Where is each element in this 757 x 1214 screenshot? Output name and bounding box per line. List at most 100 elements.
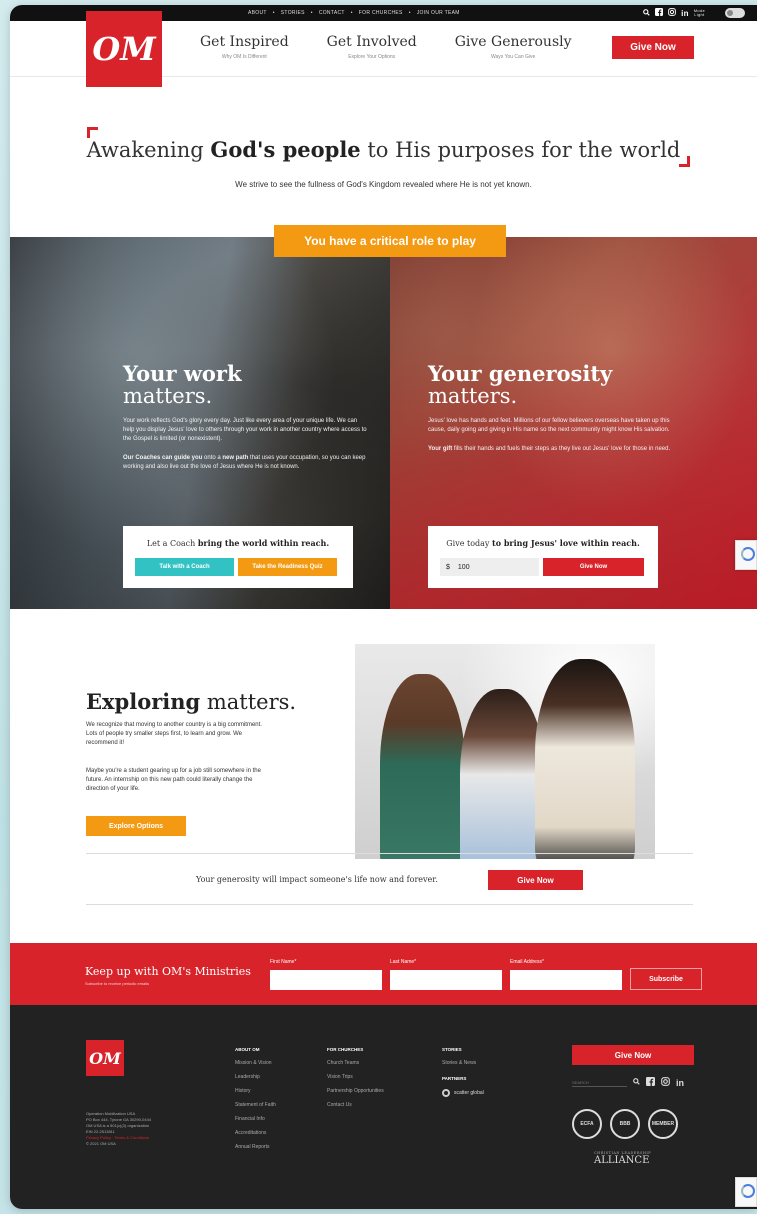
card-title-bold: bring the world within reach. bbox=[197, 538, 330, 548]
explore-options-button[interactable]: Explore Options bbox=[86, 816, 186, 836]
footer-link[interactable]: Annual Reports bbox=[235, 1144, 276, 1150]
instagram-icon[interactable] bbox=[668, 8, 676, 18]
donation-amount: 100 bbox=[457, 563, 470, 571]
utility-link-about[interactable]: ABOUT bbox=[248, 10, 267, 16]
footer-col-heading: STORIES bbox=[442, 1047, 462, 1052]
give-now-strip-button[interactable]: Give Now bbox=[488, 870, 583, 890]
coach-card-buttons: Talk with a Coach Take the Readiness Qui… bbox=[135, 558, 341, 576]
email-label: Email Address* bbox=[510, 959, 544, 965]
nav-subtitle: Ways You Can Give bbox=[490, 54, 536, 60]
instagram-icon[interactable] bbox=[661, 1077, 670, 1088]
footer-col-heading: FOR CHURCHES bbox=[327, 1047, 364, 1052]
first-name-label: First Name* bbox=[270, 959, 297, 965]
hero-title-part: Awakening bbox=[86, 138, 211, 162]
last-name-label: Last Name* bbox=[390, 959, 417, 965]
email-group: Email Address* bbox=[510, 959, 622, 990]
readiness-quiz-button[interactable]: Take the Readiness Quiz bbox=[238, 558, 337, 576]
utility-link-stories[interactable]: STORIES bbox=[281, 10, 305, 16]
nav-subtitle: Explore Your Options bbox=[348, 54, 396, 60]
exploring-heading-light: matters. bbox=[200, 690, 297, 714]
utility-separator: • bbox=[408, 10, 411, 16]
nav-give-generously[interactable]: Give Generously Ways You Can Give bbox=[455, 34, 572, 60]
utility-separator: • bbox=[272, 10, 275, 16]
utility-link-join-our-team[interactable]: JOIN OUR TEAM bbox=[417, 10, 460, 16]
nav-title: Get Involved bbox=[326, 34, 417, 50]
card-title-text: Let a Coach bbox=[146, 539, 198, 548]
newsletter-title: Keep up with OM's Ministries bbox=[85, 965, 251, 978]
work-heading: Your work bbox=[123, 361, 242, 386]
footer-address: Operation Mobilization USA PO Box 444, T… bbox=[86, 1111, 206, 1147]
footer-link[interactable]: History bbox=[235, 1088, 276, 1094]
footer-logo[interactable]: OM bbox=[86, 1040, 124, 1076]
nav-subtitle: Why OM Is Different bbox=[221, 54, 267, 60]
utility-link-contact[interactable]: CONTACT bbox=[319, 10, 345, 16]
linkedin-icon[interactable]: in bbox=[681, 9, 689, 18]
footer-link[interactable]: Statement of Faith bbox=[235, 1102, 276, 1108]
footer-link[interactable]: Accreditations bbox=[235, 1130, 276, 1136]
facebook-icon[interactable] bbox=[655, 8, 664, 18]
work-paragraph-text: onto a bbox=[202, 455, 223, 461]
card-title-text: Give today bbox=[446, 539, 492, 548]
exploring-paragraph-1: We recognize that moving to another coun… bbox=[86, 722, 262, 746]
partner-name: scatter global bbox=[454, 1090, 484, 1096]
partners-heading: PARTNERS bbox=[442, 1076, 467, 1081]
email-input[interactable] bbox=[510, 970, 622, 990]
newsletter-section: Keep up with OM's Ministries Subscribe t… bbox=[10, 943, 757, 1005]
footer-link[interactable]: Leadership bbox=[235, 1074, 276, 1080]
footer-give-now-button[interactable]: Give Now bbox=[572, 1045, 694, 1065]
recaptcha-badge[interactable] bbox=[735, 1177, 757, 1207]
recaptcha-badge[interactable] bbox=[735, 540, 757, 570]
coach-card: Let a Coach bring the world within reach… bbox=[123, 526, 353, 588]
copyright: © 2021 OM USA bbox=[86, 1141, 116, 1146]
last-name-input[interactable] bbox=[390, 970, 502, 990]
nav-title: Give Generously bbox=[454, 34, 572, 50]
work-paragraph-bold: Our Coaches can guide you bbox=[123, 455, 203, 461]
nav-get-inspired[interactable]: Get Inspired Why OM Is Different bbox=[200, 34, 289, 60]
nav-get-involved[interactable]: Get Involved Explore Your Options bbox=[327, 34, 417, 60]
footer-col-churches: FOR CHURCHES Church Teams Vision Trips P… bbox=[327, 1047, 384, 1116]
search-icon[interactable] bbox=[643, 8, 650, 18]
partner-scatter-global[interactable]: scatter global bbox=[442, 1089, 484, 1097]
work-paragraph-1: Your work reflects God's glory every day… bbox=[123, 418, 367, 442]
mode-toggle-label: Mode Light bbox=[694, 9, 705, 17]
give-now-card-button[interactable]: Give Now bbox=[543, 558, 644, 576]
generosity-panel: Your generosity matters. Jesus' love has… bbox=[390, 237, 757, 609]
footer-search-input[interactable] bbox=[572, 1078, 627, 1087]
om-logo[interactable]: OM bbox=[86, 11, 162, 87]
generosity-heading-light: matters. bbox=[428, 384, 518, 408]
donation-amount-field[interactable]: $ 100 bbox=[440, 558, 539, 576]
footer-col-about: ABOUT OM Mission & Vision Leadership His… bbox=[235, 1047, 276, 1158]
footer-link[interactable]: Mission & Vision bbox=[235, 1060, 276, 1066]
first-name-group: First Name* bbox=[270, 959, 382, 990]
search-icon[interactable] bbox=[633, 1078, 640, 1087]
footer: OM Operation Mobilization USA PO Box 444… bbox=[10, 1005, 757, 1209]
first-name-input[interactable] bbox=[270, 970, 382, 990]
footer-col-heading: ABOUT OM bbox=[235, 1047, 260, 1052]
hero-title: Awakening God's people to His purposes f… bbox=[10, 137, 757, 162]
mode-toggle[interactable] bbox=[725, 8, 745, 18]
give-now-button[interactable]: Give Now bbox=[612, 36, 694, 59]
mode-toggle-label-2: Light bbox=[694, 12, 705, 17]
utility-separator: • bbox=[310, 10, 313, 16]
footer-link[interactable]: Financial Info bbox=[235, 1116, 276, 1122]
footer-link[interactable]: Stories & News bbox=[442, 1060, 484, 1066]
friends-photo bbox=[355, 644, 655, 859]
footer-link[interactable]: Contact Us bbox=[327, 1102, 384, 1108]
linkedin-icon[interactable]: in bbox=[676, 1078, 684, 1088]
role-banner: You have a critical role to play bbox=[274, 225, 506, 257]
last-name-group: Last Name* bbox=[390, 959, 502, 990]
subscribe-button[interactable]: Subscribe bbox=[630, 968, 702, 990]
generosity-paragraph-1: Jesus' love has hands and feet. Millions… bbox=[428, 418, 670, 433]
facebook-icon[interactable] bbox=[646, 1077, 655, 1088]
generosity-paragraph-2: Your gift fills their hands and fuels th… bbox=[428, 445, 673, 454]
partner-logo-icon bbox=[442, 1089, 450, 1097]
footer-link[interactable]: Partnership Opportunities bbox=[327, 1088, 384, 1094]
talk-with-coach-button[interactable]: Talk with a Coach bbox=[135, 558, 234, 576]
alliance-logo: CHRISTIAN LEADERSHIP ALLIANCE bbox=[594, 1151, 651, 1166]
coach-card-title: Let a Coach bring the world within reach… bbox=[135, 538, 341, 548]
exploring-paragraph-2: Maybe you're a student gearing up for a … bbox=[86, 768, 261, 792]
footer-link[interactable]: Vision Trips bbox=[327, 1074, 384, 1080]
person-photo bbox=[380, 674, 465, 859]
utility-link-for-churches[interactable]: FOR CHURCHES bbox=[359, 10, 403, 16]
footer-link[interactable]: Church Teams bbox=[327, 1060, 384, 1066]
